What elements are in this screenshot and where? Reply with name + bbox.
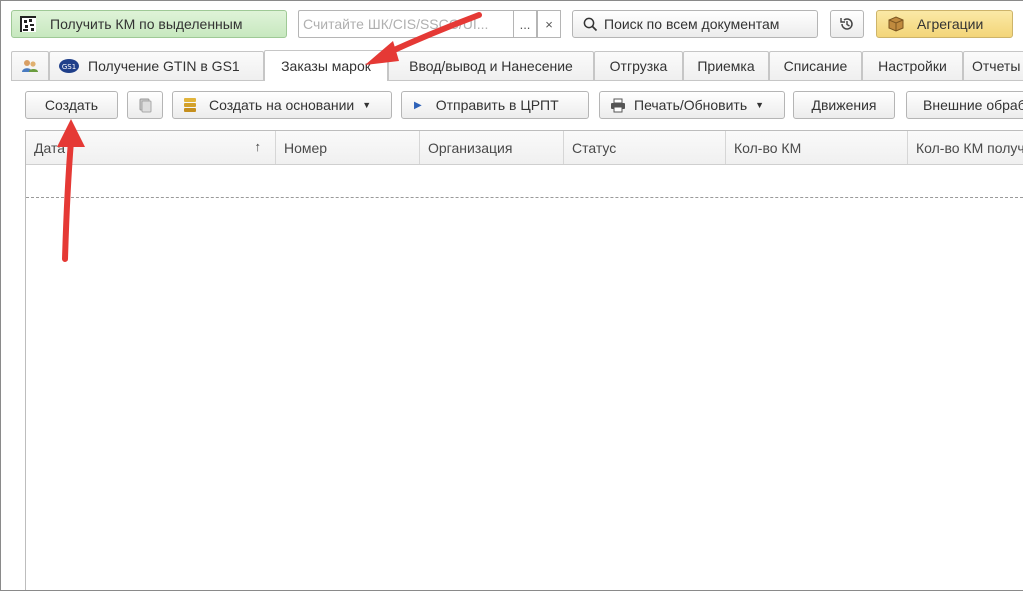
column-km-count-label: Кол-во КМ bbox=[734, 139, 802, 156]
column-date[interactable]: Дата ↑ bbox=[26, 131, 276, 164]
column-km-received[interactable]: Кол-во КМ получено bbox=[908, 131, 1023, 164]
chevron-down-icon: ▼ bbox=[755, 100, 765, 110]
chevron-down-icon: ▼ bbox=[362, 100, 372, 110]
tab-mark-orders-label: Заказы марок bbox=[281, 58, 371, 74]
sort-ascending-icon: ↑ bbox=[254, 139, 262, 154]
table-row[interactable] bbox=[26, 165, 1023, 198]
documents-stack-icon bbox=[183, 97, 197, 113]
tab-strip-divider bbox=[11, 80, 1023, 81]
tab-gtin-gs1-label: Получение GTIN в GS1 bbox=[88, 58, 240, 74]
send-to-crpt-button[interactable]: ▶ Отправить в ЦРПТ bbox=[401, 91, 589, 119]
get-km-by-selected-button[interactable]: Получить КМ по выделенным bbox=[11, 10, 287, 38]
tab-settings-label: Настройки bbox=[878, 58, 947, 74]
box-icon bbox=[887, 16, 905, 32]
datamatrix-icon bbox=[20, 16, 36, 32]
app-window: Получить КМ по выделенным ... × Поиск по… bbox=[0, 0, 1023, 591]
copy-icon bbox=[137, 97, 153, 113]
tab-shipment-label: Отгрузка bbox=[609, 58, 668, 74]
column-number-label: Номер bbox=[284, 139, 328, 156]
scan-barcode-input[interactable] bbox=[298, 10, 514, 38]
search-all-label: Поиск по всем документам bbox=[604, 16, 780, 32]
tab-input-output-application[interactable]: Ввод/вывод и Нанесение bbox=[388, 51, 594, 80]
aggregation-label: Агрегации bbox=[917, 16, 984, 32]
history-icon bbox=[839, 16, 855, 32]
copy-button[interactable] bbox=[127, 91, 163, 119]
tab-users[interactable] bbox=[11, 51, 49, 80]
tab-mark-orders[interactable]: Заказы марок bbox=[264, 50, 388, 81]
create-based-on-label: Создать на основании bbox=[209, 97, 355, 113]
printer-icon bbox=[610, 98, 626, 113]
gs1-logo-icon: GS1 bbox=[58, 58, 80, 74]
tab-receiving-label: Приемка bbox=[697, 58, 755, 74]
search-all-documents-button[interactable]: Поиск по всем документам bbox=[572, 10, 818, 38]
tab-reports-label: Отчеты bbox=[972, 58, 1021, 74]
history-button[interactable] bbox=[830, 10, 864, 38]
table-header: Дата ↑ Номер Организация Статус Кол-во К… bbox=[26, 131, 1023, 165]
tab-write-off[interactable]: Списание bbox=[769, 51, 862, 80]
tab-write-off-label: Списание bbox=[783, 58, 848, 74]
orders-table: Дата ↑ Номер Организация Статус Кол-во К… bbox=[25, 130, 1023, 590]
column-km-count[interactable]: Кол-во КМ bbox=[726, 131, 908, 164]
users-icon bbox=[21, 58, 39, 74]
column-date-label: Дата bbox=[34, 139, 66, 156]
search-icon bbox=[583, 17, 598, 32]
external-processing-button[interactable]: Внешние обработки bbox=[906, 91, 1023, 119]
column-number[interactable]: Номер bbox=[276, 131, 420, 164]
tab-input-output-label: Ввод/вывод и Нанесение bbox=[409, 58, 573, 74]
create-button[interactable]: Создать bbox=[25, 91, 118, 119]
select-button-label: ... bbox=[519, 16, 531, 32]
get-km-label: Получить КМ по выделенным bbox=[50, 16, 243, 32]
clear-input-button[interactable]: × bbox=[537, 10, 561, 38]
tab-reports[interactable]: Отчеты bbox=[963, 51, 1023, 80]
column-status-label: Статус bbox=[572, 139, 617, 156]
print-refresh-label: Печать/Обновить bbox=[634, 97, 748, 113]
column-organization[interactable]: Организация bbox=[420, 131, 564, 164]
select-button[interactable]: ... bbox=[513, 10, 537, 38]
external-processing-label: Внешние обработки bbox=[923, 97, 1023, 113]
movements-label: Движения bbox=[811, 97, 877, 113]
movements-button[interactable]: Движения bbox=[793, 91, 895, 119]
tab-gtin-gs1[interactable]: GS1 Получение GTIN в GS1 bbox=[49, 51, 264, 80]
send-to-crpt-label: Отправить в ЦРПТ bbox=[435, 97, 559, 113]
column-km-received-label: Кол-во КМ получено bbox=[916, 139, 1023, 156]
clear-icon: × bbox=[545, 16, 553, 32]
column-status[interactable]: Статус bbox=[564, 131, 726, 164]
tab-settings[interactable]: Настройки bbox=[862, 51, 963, 80]
svg-text:GS1: GS1 bbox=[62, 63, 76, 71]
aggregation-button[interactable]: Агрегации bbox=[876, 10, 1013, 38]
create-based-on-button[interactable]: Создать на основании ▼ bbox=[172, 91, 392, 119]
play-icon: ▶ bbox=[414, 99, 422, 111]
tab-receiving[interactable]: Приемка bbox=[683, 51, 769, 80]
tab-shipment[interactable]: Отгрузка bbox=[594, 51, 683, 80]
column-organization-label: Организация bbox=[428, 139, 513, 156]
print-refresh-button[interactable]: Печать/Обновить ▼ bbox=[599, 91, 785, 119]
create-label: Создать bbox=[44, 97, 99, 113]
